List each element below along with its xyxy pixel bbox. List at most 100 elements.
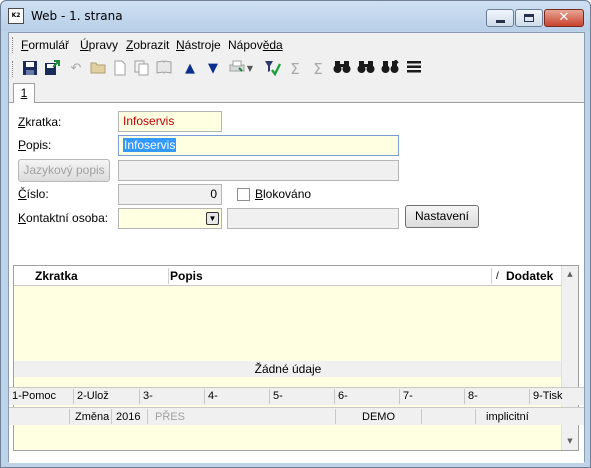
fkey-7[interactable]: 7- [403,390,413,402]
arrow-up-icon[interactable]: ▲ [181,60,199,78]
toolbar-grip[interactable] [12,61,15,77]
zkratka-label-text: kratka: [25,115,62,129]
cislo-label-text: íslo: [26,187,49,201]
minimize-button[interactable] [486,9,514,27]
menu-lines-icon[interactable] [405,60,423,78]
sum-filter-icon[interactable]: Σ [309,60,327,78]
title-bar[interactable]: K2 Web - 1. strana ✕ [1,1,590,31]
menu-formular[interactable]: Formulář [21,38,69,52]
menu-napoveda-accel: ěda [262,38,283,52]
menu-nastroje[interactable]: Nástroje [176,38,221,52]
kontakt-name-field[interactable] [227,208,399,229]
cislo-field[interactable]: 0 [118,184,222,205]
book-icon[interactable] [155,60,173,78]
window-title: Web - 1. strana [31,9,123,23]
fkey-3[interactable]: 3- [143,390,153,402]
menu-nastroje-label: ástroje [184,38,221,52]
filter-icon[interactable] [263,60,282,78]
column-popis[interactable]: Popis [170,269,203,283]
sort-indicator-icon: / [496,271,499,282]
menu-bar: Formulář Úpravy Zobrazit Nástroje Nápově… [9,33,584,57]
tab-1[interactable]: 1 [13,83,35,104]
status-separator [335,409,336,424]
column-separator[interactable] [168,268,169,284]
scroll-down-icon[interactable]: ▼ [562,433,578,450]
binoculars-replace-icon[interactable] [381,59,399,78]
binoculars-next-icon[interactable] [357,60,375,78]
menu-upravy-accel: Ú [80,38,89,52]
app-window: K2 Web - 1. strana ✕ Formulář Úpravy Zob… [0,0,591,468]
zkratka-label: Zkratka: [18,115,61,129]
popis-field[interactable]: Infoservis [118,135,399,156]
minimize-icon [495,20,505,23]
app-icon[interactable]: K2 [8,8,24,24]
fkey-1[interactable]: 1-Pomoc [12,390,56,402]
open-folder-icon[interactable] [89,60,107,78]
fkey-9[interactable]: 9-Tisk [533,390,563,402]
status-bar: Změna 2016 PŘES DEMO implicitní [9,407,584,425]
status-separator [147,409,148,424]
sum-icon[interactable]: Σ [286,60,304,78]
fkey-separator [269,389,270,404]
menu-nastroje-accel: N [176,38,185,52]
tab-strip: 1 [9,81,584,104]
close-button[interactable]: ✕ [544,9,584,27]
new-document-icon[interactable] [111,60,129,78]
fkey-4[interactable]: 4- [208,390,218,402]
empty-message: Žádné údaje [14,361,562,377]
status-separator [69,409,70,424]
blokovano-label-text: lokováno [263,187,312,201]
menu-napoveda[interactable]: Nápověda [228,38,283,52]
status-year: 2016 [116,411,141,423]
fkey-5[interactable]: 5- [273,390,283,402]
column-dodatek[interactable]: Dodatek [506,269,553,283]
client-area: Formulář Úpravy Zobrazit Nástroje Nápově… [8,32,585,463]
kontakt-label-text: ontaktní osoba: [26,211,109,225]
undo-icon[interactable]: ↶ [67,60,85,78]
menu-upravy[interactable]: Úpravy [80,38,118,52]
dropdown-icon[interactable]: ▼ [244,60,256,78]
menu-grip[interactable] [12,37,15,53]
status-profile: implicitní [486,411,529,423]
fkey-separator [334,389,335,404]
maximize-button[interactable] [515,9,543,27]
column-zkratka[interactable]: Zkratka [35,269,78,283]
fkey-separator [529,389,530,404]
blokovano-label-accel: B [255,187,264,201]
kontakt-label-accel: K [18,211,27,225]
status-mode: Změna [75,411,110,423]
close-icon: ✕ [558,10,570,25]
menu-zobrazit-label: obrazit [133,38,170,52]
fkey-separator [139,389,140,404]
kontakt-label: Kontaktní osoba: [18,211,108,225]
cislo-label-accel: Č [18,187,27,201]
save-exit-icon[interactable] [43,60,61,78]
grid-header: Zkratka Popis / Dodatek [14,266,562,286]
jazykovy-popis-field[interactable] [118,160,399,181]
popis-selected-text: Infoservis [123,138,177,152]
fkey-separator [464,389,465,404]
fkey-6[interactable]: 6- [338,390,348,402]
kontakt-dropdown-button[interactable]: ▼ [206,212,219,225]
scroll-up-icon[interactable]: ▲ [562,266,578,283]
menu-napoveda-label-a: Nápov [228,38,263,52]
fkey-8[interactable]: 8- [468,390,478,402]
maximize-icon [524,14,534,22]
save-icon[interactable] [21,60,39,78]
jazykovy-popis-button[interactable]: Jazykový popis [18,159,110,182]
copy-document-icon[interactable] [133,60,151,78]
blokovano-checkbox[interactable] [237,188,250,201]
blokovano-label[interactable]: Blokováno [255,187,311,201]
tab-1-label: 1 [20,86,28,100]
popis-label: Popis: [18,138,51,152]
column-separator[interactable] [491,268,492,284]
zkratka-field[interactable]: Infoservis [118,111,222,132]
fkey-separator [399,389,400,404]
nastaveni-button[interactable]: Nastavení [405,205,479,228]
menu-zobrazit[interactable]: Zobrazit [126,38,169,52]
fkey-2[interactable]: 2-Ulož [77,390,109,402]
binoculars-icon[interactable] [333,60,351,78]
status-overwrite: PŘES [155,411,185,423]
menu-upravy-label: pravy [88,38,119,52]
arrow-down-icon[interactable]: ▼ [204,60,222,78]
